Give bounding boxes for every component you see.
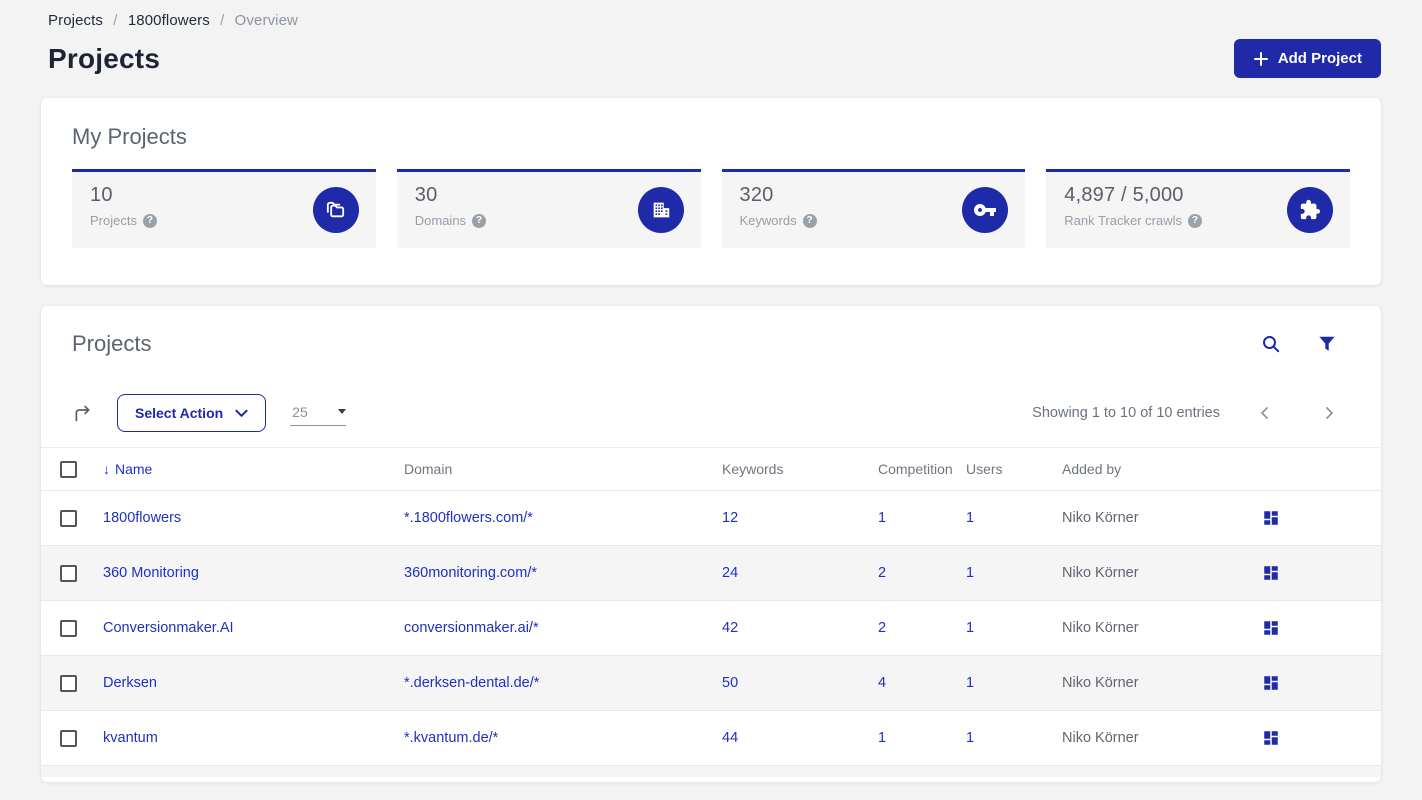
users-count-cell[interactable]: 1: [966, 675, 1062, 691]
project-domain-link[interactable]: *.derksen-dental.de/*: [404, 675, 539, 691]
users-count-cell[interactable]: 1: [966, 565, 1062, 581]
project-name-link[interactable]: Conversionmaker.AI: [103, 620, 234, 636]
caret-down-icon: [338, 408, 347, 414]
dashboard-icon[interactable]: [1262, 509, 1381, 527]
project-name-link[interactable]: Derksen: [103, 675, 157, 691]
competition-count-cell[interactable]: 2: [878, 620, 966, 636]
help-icon[interactable]: ?: [802, 213, 817, 228]
breadcrumb-overview: Overview: [234, 12, 298, 29]
sort-desc-icon: ↓: [103, 461, 110, 477]
stat-card-crawls: 4,897 / 5,000 Rank Tracker crawls ?: [1046, 169, 1350, 248]
row-checkbox[interactable]: [60, 509, 77, 527]
table-header-row: ↓ Name Domain Keywords Competition Users…: [41, 447, 1381, 491]
keywords-count-cell[interactable]: 50: [722, 675, 878, 691]
project-domain-link[interactable]: *.kvantum.de/*: [404, 730, 498, 746]
row-checkbox[interactable]: [60, 564, 77, 582]
breadcrumb: Projects / 1800flowers / Overview: [48, 12, 1381, 29]
table-row: 360 Monitoring 360monitoring.com/* 24 2 …: [41, 546, 1381, 601]
table-row: 1800flowers *.1800flowers.com/* 12 1 1 N…: [41, 491, 1381, 546]
table-row: kvantum *.kvantum.de/* 44 1 1 Niko Körne…: [41, 711, 1381, 766]
project-domain-link[interactable]: conversionmaker.ai/*: [404, 620, 539, 636]
added-by-cell: Niko Körner: [1062, 565, 1139, 581]
keywords-count-cell[interactable]: 42: [722, 620, 878, 636]
export-arrow-icon[interactable]: [72, 403, 93, 424]
crawls-puzzle-icon: [1287, 187, 1333, 233]
competition-count-cell[interactable]: 4: [878, 675, 966, 691]
users-count-cell[interactable]: 1: [966, 620, 1062, 636]
column-header-domain[interactable]: Domain: [404, 461, 722, 477]
added-by-cell: Niko Körner: [1062, 510, 1139, 526]
competition-count-cell[interactable]: 1: [878, 510, 966, 526]
added-by-cell: Niko Körner: [1062, 620, 1139, 636]
added-by-cell: Niko Körner: [1062, 730, 1139, 746]
select-all-checkbox[interactable]: [60, 460, 77, 478]
search-icon[interactable]: [1259, 332, 1283, 356]
page-size-value: 25: [292, 403, 308, 420]
select-action-label: Select Action: [135, 405, 224, 421]
breadcrumb-separator: /: [113, 12, 118, 29]
projects-table: ↓ Name Domain Keywords Competition Users…: [41, 447, 1381, 777]
stat-card-keywords: 320 Keywords ?: [721, 169, 1026, 248]
projects-count-label: Projects: [90, 213, 137, 228]
add-project-label: Add Project: [1277, 50, 1362, 67]
filter-icon[interactable]: [1316, 333, 1338, 355]
dashboard-icon[interactable]: [1262, 729, 1381, 747]
select-action-dropdown[interactable]: Select Action: [117, 394, 267, 432]
breadcrumb-projects[interactable]: Projects: [48, 12, 103, 29]
dashboard-icon[interactable]: [1262, 674, 1381, 692]
projects-folders-icon: [312, 187, 359, 233]
project-domain-link[interactable]: 360monitoring.com/*: [404, 565, 537, 581]
keywords-key-icon: [962, 187, 1009, 233]
plus-icon: [1253, 51, 1269, 67]
column-header-name[interactable]: ↓ Name: [103, 461, 404, 477]
column-header-keywords[interactable]: Keywords: [722, 461, 878, 477]
help-icon[interactable]: ?: [472, 213, 487, 228]
table-row-partial: [41, 766, 1381, 777]
help-icon[interactable]: ?: [1188, 213, 1202, 228]
added-by-cell: Niko Körner: [1062, 675, 1139, 691]
showing-entries-text: Showing 1 to 10 of 10 entries: [1032, 405, 1220, 421]
breadcrumb-1800flowers[interactable]: 1800flowers: [128, 12, 210, 29]
stat-card-domains: 30 Domains ?: [396, 169, 701, 248]
projects-panel-title: Projects: [72, 331, 152, 356]
add-project-button[interactable]: Add Project: [1233, 39, 1381, 78]
project-domain-link[interactable]: *.1800flowers.com/*: [404, 510, 533, 526]
pagination-prev-button[interactable]: [1244, 400, 1285, 426]
users-count-cell[interactable]: 1: [966, 510, 1062, 526]
my-projects-title: My Projects: [72, 124, 187, 149]
project-name-link[interactable]: 1800flowers: [103, 510, 181, 526]
competition-count-cell[interactable]: 2: [878, 565, 966, 581]
page-title: Projects: [48, 42, 161, 74]
row-checkbox[interactable]: [60, 674, 77, 692]
column-header-competition[interactable]: Competition: [878, 461, 966, 477]
keywords-count-cell[interactable]: 44: [722, 730, 878, 746]
projects-panel: Projects Select Action 25 Showing 1 to 1…: [41, 306, 1381, 782]
domains-building-icon: [637, 187, 684, 233]
column-header-added-by[interactable]: Added by: [1062, 461, 1262, 477]
pagination-next-button[interactable]: [1309, 400, 1350, 426]
users-count-cell[interactable]: 1: [966, 730, 1062, 746]
keywords-count-cell[interactable]: 12: [722, 510, 878, 526]
keywords-count-label: Keywords: [739, 213, 797, 228]
crawls-count-label: Rank Tracker crawls: [1064, 213, 1182, 228]
table-row: Derksen *.derksen-dental.de/* 50 4 1 Nik…: [41, 656, 1381, 711]
page-size-select[interactable]: 25: [290, 401, 347, 426]
breadcrumb-separator: /: [220, 12, 225, 29]
competition-count-cell[interactable]: 1: [878, 730, 966, 746]
row-checkbox[interactable]: [60, 619, 77, 637]
project-name-link[interactable]: 360 Monitoring: [103, 565, 199, 581]
my-projects-panel: My Projects 10 Projects ? 30 Domains ? 3…: [41, 98, 1381, 285]
column-header-users[interactable]: Users: [966, 461, 1062, 477]
table-row: Conversionmaker.AI conversionmaker.ai/* …: [41, 601, 1381, 656]
help-icon[interactable]: ?: [142, 213, 157, 228]
domains-count-label: Domains: [414, 213, 467, 228]
row-checkbox[interactable]: [60, 729, 77, 747]
dashboard-icon[interactable]: [1262, 564, 1381, 582]
stat-card-projects: 10 Projects ?: [72, 169, 376, 248]
column-header-name-label: Name: [115, 461, 153, 477]
dashboard-icon[interactable]: [1262, 619, 1381, 637]
keywords-count-cell[interactable]: 24: [722, 565, 878, 581]
chevron-down-icon: [235, 409, 248, 418]
project-name-link[interactable]: kvantum: [103, 730, 158, 746]
